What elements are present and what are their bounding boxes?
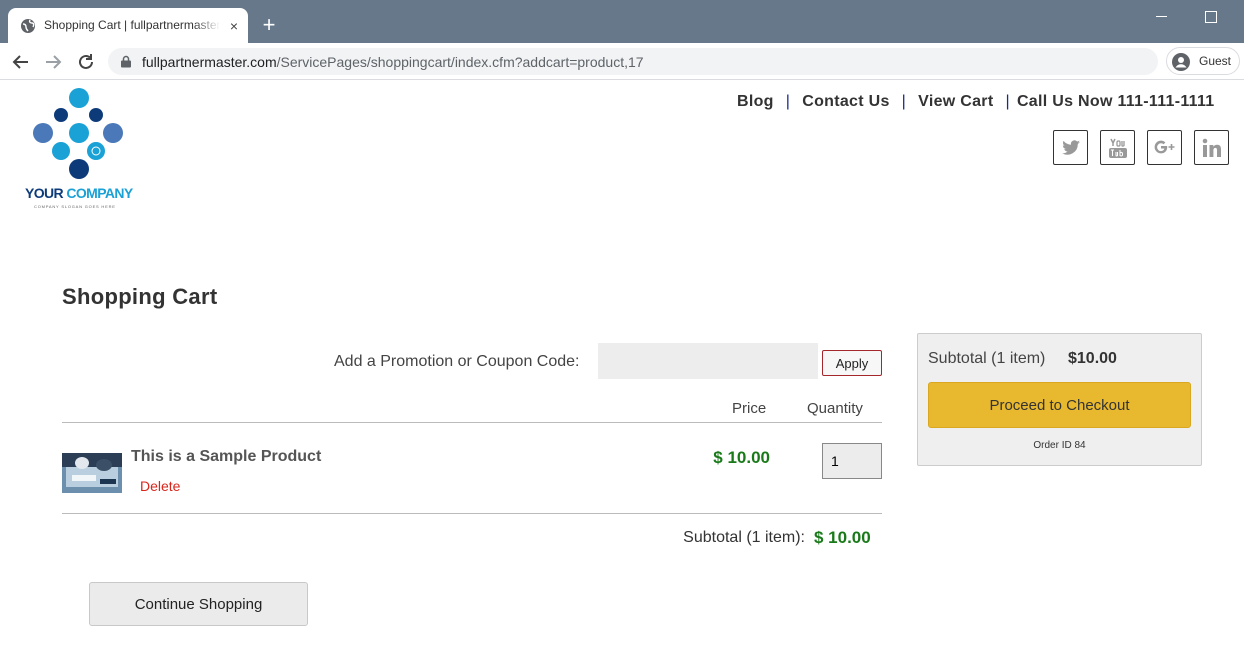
logo-text: YOUR COMPANY (25, 185, 133, 201)
order-summary-panel: Subtotal (1 item) $10.00 Proceed to Chec… (917, 333, 1202, 466)
nav-separator: | (785, 93, 791, 110)
column-header-price: Price (732, 400, 767, 417)
address-bar[interactable]: fullpartnermaster.com/ServicePages/shopp… (108, 48, 1158, 75)
nav-separator: | (1005, 93, 1010, 110)
promo-code-input[interactable] (598, 343, 818, 379)
maximize-icon[interactable] (1200, 6, 1220, 26)
company-logo[interactable]: YOUR COMPANY COMPANY SLOGAN GOES HERE (24, 87, 142, 209)
proceed-to-checkout-button[interactable]: Proceed to Checkout (928, 382, 1191, 428)
page: YOUR COMPANY COMPANY SLOGAN GOES HERE Bl… (0, 81, 1244, 661)
google-plus-icon (1154, 140, 1175, 154)
product-price: $ 10.00 (713, 448, 770, 467)
nav-contact-us[interactable]: Contact Us (802, 93, 889, 110)
quantity-input[interactable] (822, 443, 882, 479)
nav-view-cart[interactable]: View Cart (918, 93, 993, 110)
page-title: Shopping Cart (62, 284, 218, 309)
google-plus-button[interactable] (1147, 130, 1182, 165)
promo-label: Add a Promotion or Coupon Code: (334, 353, 580, 370)
product-image (62, 453, 122, 493)
continue-shopping-button[interactable]: Continue Shopping (89, 582, 308, 626)
url-path: /ServicePages/shoppingcart/index.cfm?add… (276, 54, 644, 70)
url-host: fullpartnermaster.com (142, 54, 277, 70)
nav-separator: | (901, 93, 907, 110)
divider (62, 513, 882, 514)
youtube-button[interactable] (1100, 130, 1135, 165)
back-icon[interactable] (10, 51, 32, 73)
cart-subtotal-label: Subtotal (1 item): (683, 529, 805, 546)
close-icon[interactable]: × (226, 18, 242, 34)
profile-icon (1172, 53, 1190, 71)
browser-tab[interactable]: Shopping Cart | fullpartnermaster.com × (8, 8, 248, 43)
twitter-button[interactable] (1053, 130, 1088, 165)
new-tab-button[interactable]: + (258, 14, 280, 36)
summary-subtotal-label: Subtotal (1 item) (928, 350, 1046, 367)
nav-phone: Call Us Now 111-111-1111 (1016, 93, 1215, 110)
divider (62, 422, 882, 423)
tab-title: Shopping Cart | fullpartnermaster.com (44, 18, 220, 32)
cart-subtotal-value: $ 10.00 (814, 528, 871, 547)
logo-slogan: COMPANY SLOGAN GOES HERE (34, 204, 116, 209)
linkedin-icon (1202, 138, 1221, 157)
twitter-icon (1062, 140, 1080, 155)
linkedin-button[interactable] (1194, 130, 1229, 165)
lock-icon (121, 55, 131, 68)
profile-label: Guest (1199, 54, 1232, 68)
youtube-icon (1109, 138, 1127, 158)
reload-icon[interactable] (75, 51, 97, 73)
minimize-icon[interactable] (1152, 6, 1172, 26)
browser-titlebar: Shopping Cart | fullpartnermaster.com × … (0, 0, 1244, 43)
profile-button[interactable]: Guest (1166, 47, 1240, 75)
product-thumbnail[interactable] (62, 453, 122, 493)
delete-item-link[interactable]: Delete (140, 478, 180, 494)
column-header-quantity: Quantity (807, 400, 863, 417)
forward-icon[interactable] (42, 51, 64, 73)
summary-subtotal-value: $10.00 (1068, 350, 1117, 367)
top-navigation: Blog | Contact Us | View Cart | Call Us Now 11… (737, 93, 1215, 111)
url-text: fullpartnermaster.com/ServicePages/shopp… (142, 54, 644, 70)
nav-blog[interactable]: Blog (737, 93, 774, 110)
globe-icon (21, 19, 35, 33)
order-id: Order ID 84 (1033, 440, 1086, 451)
apply-promo-button[interactable]: Apply (822, 350, 882, 376)
logo-mark (33, 88, 123, 179)
browser-toolbar: fullpartnermaster.com/ServicePages/shopp… (0, 43, 1244, 80)
product-name[interactable]: This is a Sample Product (131, 448, 321, 466)
